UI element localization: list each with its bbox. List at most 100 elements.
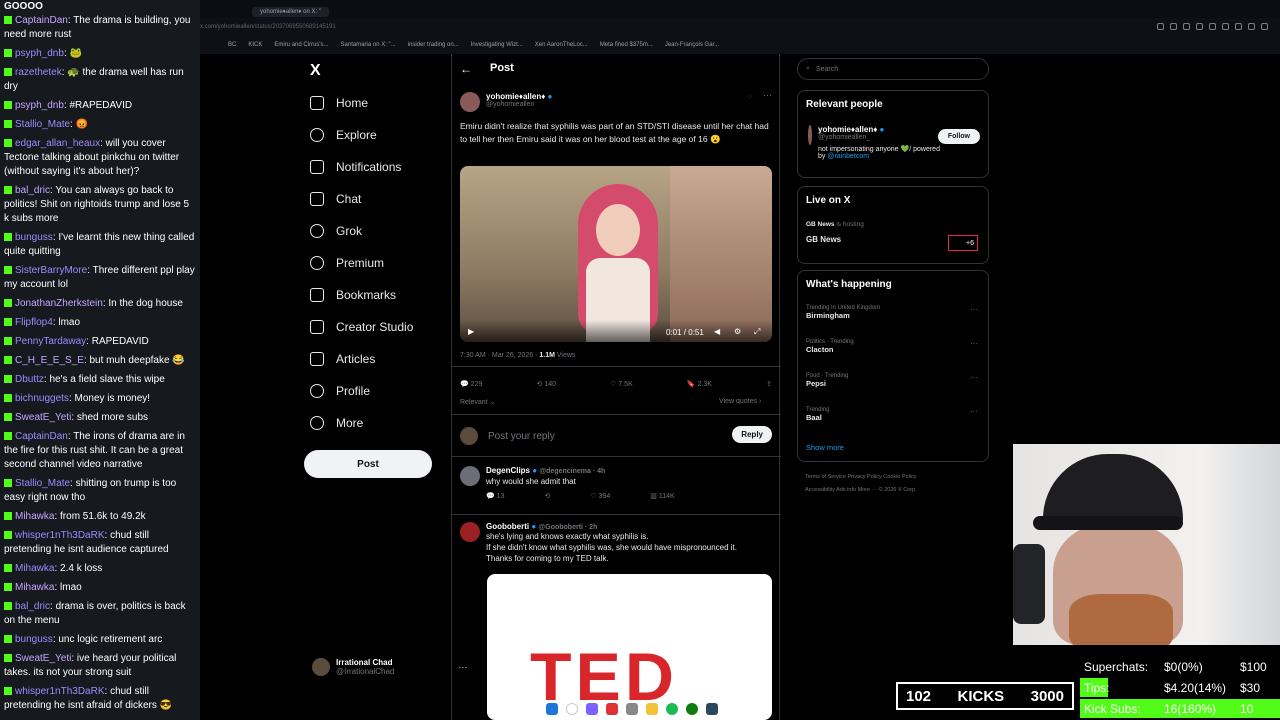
- folder-icon[interactable]: [646, 703, 658, 715]
- chat-username[interactable]: razethetek: [15, 67, 62, 78]
- address-bar[interactable]: x.com/yohomieallen/status/20370695506891…: [200, 18, 1280, 36]
- translate-icon[interactable]: [1170, 23, 1177, 30]
- zoom-icon[interactable]: [1157, 23, 1164, 30]
- chat-username[interactable]: whisper1nTh3DaRK: [15, 530, 105, 541]
- download-icon[interactable]: [1248, 23, 1255, 30]
- share-icon[interactable]: ⇪: [766, 380, 772, 388]
- reply-tweet[interactable]: DegenClips ● @degencinema · 4h why would…: [460, 466, 772, 500]
- nav-grok[interactable]: Grok: [310, 219, 362, 243]
- footer-links[interactable]: Accessibility Ads info More ··· © 2026 X…: [805, 487, 917, 493]
- chat-username[interactable]: Stallio_Mate: [15, 478, 70, 489]
- nav-more[interactable]: More: [310, 411, 363, 435]
- bookmark-item[interactable]: Jean-François Gar...: [665, 42, 719, 48]
- post-author[interactable]: yohomie♦allen♦ ● @yohomieallen: [460, 92, 552, 112]
- chat-username[interactable]: psyph_dnb: [15, 100, 64, 111]
- bookmark-item[interactable]: BC: [228, 42, 236, 48]
- chat-username[interactable]: bunguss: [15, 634, 53, 645]
- chat-username[interactable]: SweatE_Yeti: [15, 653, 71, 664]
- account-switcher[interactable]: Irrational Chad @IrrationalChad ···: [312, 658, 467, 676]
- show-more-link[interactable]: Show more: [806, 443, 844, 452]
- person-row[interactable]: yohomie♦allen♦ ● @yohomieallen_ not impe…: [808, 125, 948, 160]
- trend-item[interactable]: Trending in United Kingdom Birmingham ···: [798, 305, 988, 320]
- chat-username[interactable]: Mihawka: [15, 582, 54, 593]
- nav-explore[interactable]: Explore: [310, 123, 377, 147]
- xbox-icon[interactable]: [686, 703, 698, 715]
- nav-notifications[interactable]: Notifications: [310, 155, 401, 179]
- repost-action[interactable]: ⟲ 140: [536, 380, 556, 388]
- follow-button[interactable]: Follow: [937, 129, 980, 144]
- reply-input[interactable]: Post your reply: [488, 431, 555, 442]
- x-logo-icon[interactable]: X: [310, 62, 321, 80]
- chat-username[interactable]: PennyTardaway: [15, 336, 86, 347]
- settings-icon[interactable]: [1261, 23, 1268, 30]
- bookmark-action[interactable]: 🔖 2.3K: [687, 380, 712, 388]
- views-action[interactable]: ▥ 114K: [650, 492, 674, 500]
- app-icon[interactable]: [586, 703, 598, 715]
- reply-button[interactable]: Reply: [732, 426, 772, 443]
- fullscreen-icon[interactable]: ⤢: [754, 327, 760, 337]
- play-icon[interactable]: ▶: [468, 327, 474, 336]
- live-name[interactable]: GB News: [806, 235, 841, 244]
- back-arrow-icon[interactable]: ←: [460, 62, 472, 76]
- nav-profile[interactable]: Profile: [310, 379, 370, 403]
- chat-username[interactable]: Dbuttz: [15, 374, 44, 385]
- nav-bookmarks[interactable]: Bookmarks: [310, 283, 396, 307]
- nav-articles[interactable]: Articles: [310, 347, 375, 371]
- bookmark-item[interactable]: Meta fined $375m...: [600, 42, 653, 48]
- trend-item[interactable]: Trending Baal ···: [798, 407, 988, 422]
- chat-username[interactable]: bal_dric: [15, 185, 50, 196]
- chat-username[interactable]: SisterBarryMore: [15, 265, 87, 276]
- more-dots-icon[interactable]: ···: [763, 90, 772, 100]
- video-player[interactable]: ▶ 0:01 / 0:51 ◀ ⚙ ⤢: [460, 166, 772, 342]
- like-action[interactable]: ♡ 394: [590, 492, 610, 500]
- chat-username[interactable]: Mihawka: [15, 511, 54, 522]
- chat-username[interactable]: Mihawka: [15, 563, 54, 574]
- extension-icon[interactable]: [1196, 23, 1203, 30]
- puzzle-icon[interactable]: [1235, 23, 1242, 30]
- volume-icon[interactable]: ◀: [714, 327, 720, 336]
- search-input[interactable]: ⌕ Search: [797, 58, 989, 80]
- repost-action[interactable]: ⟲: [544, 492, 550, 500]
- trend-item[interactable]: Food · Trending Pepsi ···: [798, 373, 988, 388]
- bookmark-item[interactable]: insider trading on...: [408, 42, 459, 48]
- browser-tab[interactable]: yohomie♦allen♦ on X: ": [252, 7, 329, 17]
- chat-username[interactable]: bal_dric: [15, 601, 50, 612]
- grok-icon[interactable]: ◌: [747, 92, 752, 101]
- reply-action[interactable]: 💬 229: [460, 380, 482, 388]
- shield-icon[interactable]: [1209, 23, 1216, 30]
- chat-username[interactable]: JonathanZherkstein: [15, 298, 103, 309]
- chat-username[interactable]: psyph_dnb: [15, 48, 64, 59]
- chat-username[interactable]: SweatE_Yeti: [15, 412, 71, 423]
- nav-premium[interactable]: Premium: [310, 251, 384, 275]
- chat-username[interactable]: CaptainDan: [15, 15, 68, 26]
- view-quotes-link[interactable]: View quotes ›: [719, 398, 761, 405]
- chat-username[interactable]: C_H_E_E_S_E: [15, 355, 84, 366]
- play-icon[interactable]: [1222, 23, 1229, 30]
- settings-icon[interactable]: ⚙: [734, 327, 741, 336]
- chat-username[interactable]: edgar_allan_heaux: [15, 138, 100, 149]
- search-icon[interactable]: [566, 703, 578, 715]
- chat-username[interactable]: bichnuggets: [15, 393, 69, 404]
- nav-home[interactable]: Home: [310, 91, 368, 115]
- nav-chat[interactable]: Chat: [310, 187, 361, 211]
- chat-username[interactable]: bunguss: [15, 232, 53, 243]
- bookmark-item[interactable]: KICK: [248, 42, 262, 48]
- nav-creator-studio[interactable]: Creator Studio: [310, 315, 413, 339]
- steam-icon[interactable]: [706, 703, 718, 715]
- chat-username[interactable]: Flipflop4: [15, 317, 53, 328]
- windows-start-icon[interactable]: [546, 703, 558, 715]
- bookmark-star-icon[interactable]: [1183, 23, 1190, 30]
- live-listeners-badge[interactable]: +6: [948, 235, 978, 251]
- bookmark-item[interactable]: Emiru and Cirrus's...: [274, 42, 328, 48]
- browser-icon[interactable]: [606, 703, 618, 715]
- bookmark-item[interactable]: Xen AaronTheLoc...: [535, 42, 588, 48]
- spotify-icon[interactable]: [666, 703, 678, 715]
- bookmark-item[interactable]: Santamaria on X: "...: [341, 42, 396, 48]
- sort-dropdown[interactable]: Relevant ⌄: [460, 398, 495, 406]
- chat-username[interactable]: Stallio_Mate: [15, 119, 70, 130]
- reply-composer[interactable]: Post your reply Reply: [460, 424, 772, 448]
- footer-links[interactable]: Terms of Service Privacy Policy Cookie P…: [805, 474, 917, 480]
- chat-username[interactable]: CaptainDan: [15, 431, 68, 442]
- post-button[interactable]: Post: [304, 450, 432, 478]
- reply-action[interactable]: 💬 13: [486, 492, 504, 500]
